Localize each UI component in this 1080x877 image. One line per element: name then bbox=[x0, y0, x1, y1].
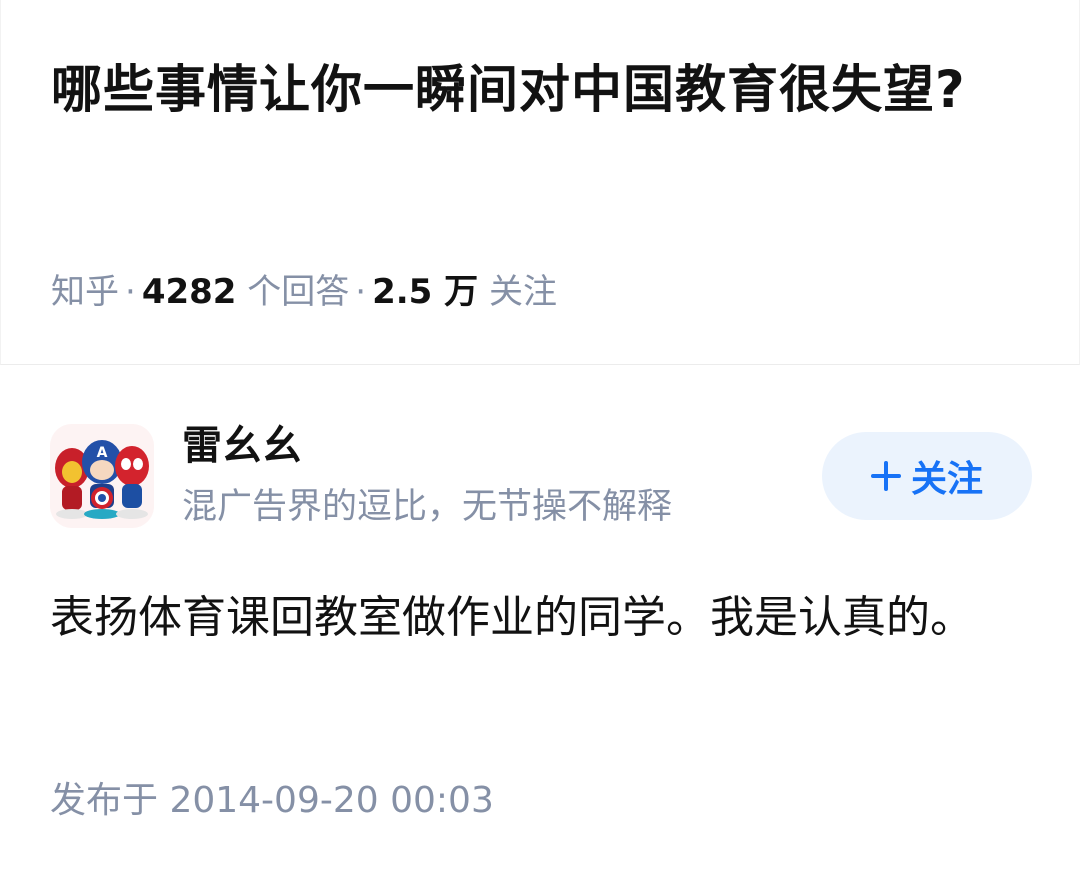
answer-content[interactable]: 表扬体育课回教室做作业的同学。我是认真的。 bbox=[50, 578, 1035, 658]
follower-count: 2.5 万 bbox=[372, 272, 479, 312]
meta-separator: · bbox=[125, 272, 136, 312]
plus-icon bbox=[870, 461, 901, 491]
superhero-figurines-avatar-icon: A bbox=[50, 424, 154, 528]
source-label[interactable]: 知乎 bbox=[51, 272, 119, 312]
publish-time: 发布于 2014-09-20 00:03 bbox=[50, 780, 494, 821]
follower-count-label: 关注 bbox=[488, 272, 557, 312]
question-card: 哪些事情让你一瞬间对中国教育很失望? 知乎 · 4282 个回答 · 2.5 万 关注 bbox=[0, 0, 1080, 365]
avatar[interactable]: A bbox=[50, 424, 154, 528]
answer-count-label: 个回答 bbox=[247, 272, 350, 312]
question-meta: 知乎 · 4282 个回答 · 2.5 万 关注 bbox=[51, 268, 557, 316]
author-bio: 混广告界的逗比，无节操不解释 bbox=[182, 487, 673, 527]
meta-separator-2: · bbox=[355, 272, 367, 312]
author-name[interactable]: 雷幺幺 bbox=[182, 418, 302, 474]
answer-count: 4282 bbox=[141, 272, 237, 312]
follow-button[interactable]: 关注 bbox=[822, 432, 1032, 520]
question-title[interactable]: 哪些事情让你一瞬间对中国教育很失望? bbox=[51, 44, 1031, 138]
svg-text:A: A bbox=[97, 445, 108, 461]
answer-item: A 雷幺幺 混广告界的逗比，无节操不解释 关注 表扬体育课回教室做作业的同学。我… bbox=[0, 366, 1080, 877]
follow-button-label: 关注 bbox=[910, 459, 983, 500]
